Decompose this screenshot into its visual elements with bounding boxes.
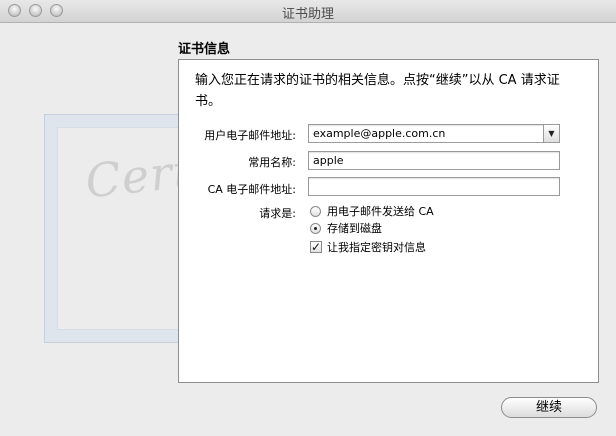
checkmark-icon[interactable]: ✓ xyxy=(310,241,322,253)
common-name-field[interactable]: apple xyxy=(308,151,560,170)
option-keypair-label: 让我指定密钥对信息 xyxy=(327,241,426,254)
radio-disk-icon[interactable] xyxy=(310,222,321,234)
chevron-down-icon[interactable]: ▼ xyxy=(543,125,559,142)
intro-text: 输入您正在请求的证书的相关信息。点按“继续”以从 CA 请求证书。 xyxy=(195,73,560,109)
radio-email-icon[interactable] xyxy=(310,205,321,217)
ca-email-field[interactable] xyxy=(308,177,560,196)
request-type-label: 请求是: xyxy=(259,207,296,220)
email-label: 用户电子邮件地址: xyxy=(204,129,296,142)
certificate-assistant-window: 证书助理 Certificate 证书信息 输入您正在请求的证书的相关信息。点按… xyxy=(0,0,616,436)
email-combo-box[interactable]: example@apple.com.cn ▼ xyxy=(308,124,560,143)
common-name-label: 常用名称: xyxy=(248,156,296,169)
certificate-info-panel: 输入您正在请求的证书的相关信息。点按“继续”以从 CA 请求证书。 用户电子邮件… xyxy=(178,59,599,383)
option-disk-label: 存储到磁盘 xyxy=(327,222,382,235)
radio-email-to-ca[interactable]: 用电子邮件发送给 CA xyxy=(310,205,434,221)
continue-button[interactable]: 继续 xyxy=(501,397,597,418)
title-bar: 证书助理 xyxy=(0,0,616,23)
email-value: example@apple.com.cn xyxy=(313,127,446,140)
option-email-label: 用电子邮件发送给 CA xyxy=(327,205,434,218)
radio-save-to-disk[interactable]: 存储到磁盘 xyxy=(310,222,382,238)
window-title: 证书助理 xyxy=(281,7,334,22)
ca-email-label: CA 电子邮件地址: xyxy=(207,183,296,196)
checkbox-specify-keypair[interactable]: ✓ 让我指定密钥对信息 xyxy=(310,241,426,257)
section-title: 证书信息 xyxy=(178,42,231,57)
